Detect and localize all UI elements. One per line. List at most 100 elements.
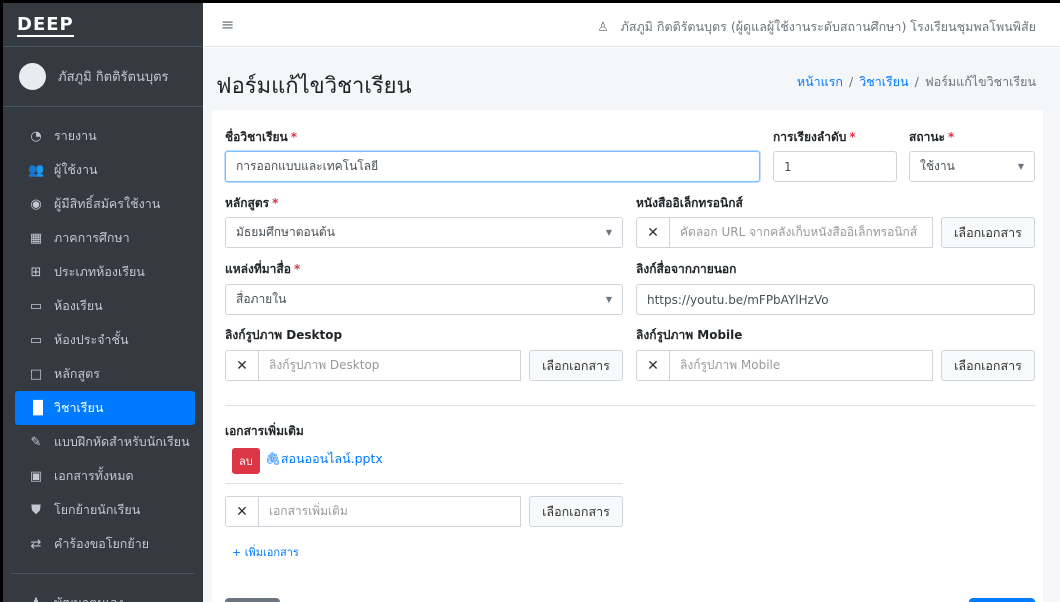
sidebar-item-label: พัฒนาตนเอง [54, 593, 124, 602]
sidebar-item-1[interactable]: 👥 ผู้ใช้งาน [15, 153, 195, 187]
tachometer-icon: ◔ [30, 128, 42, 144]
sidebar-item-self-development[interactable]: ♟ พัฒนาตนเอง [15, 586, 195, 602]
sidebar-user-name: ภัสภูมิ กิตติรัตนบุตร [58, 70, 169, 85]
ebook-group: ✕ คัดลอก URL จากคลังเก็บหนังสืออิเล็กทรอ… [636, 217, 1035, 248]
mobile-image-label: ลิงก์รูปภาพ Mobile [636, 328, 743, 342]
chevron-down-icon: ▼ [605, 295, 612, 304]
avatar [19, 63, 46, 90]
subject-name-input[interactable]: การออกแบบและเทคโนโลยี [225, 151, 760, 182]
desktop-image-input[interactable]: ลิงก์รูปภาพ Desktop [259, 350, 521, 381]
status-label: สถานะ * [909, 130, 955, 144]
mobile-image-group: ✕ ลิงก์รูปภาพ Mobile เลือกเอกสาร [636, 350, 1035, 381]
form-card: ชื่อวิชาเรียน * การออกแบบและเทคโนโลยี การ… [212, 110, 1043, 602]
extra-docs-label: เอกสารเพิ่มเติม [225, 424, 304, 438]
sidebar-item-11[interactable]: ⛊ โยกย้ายนักเรียน [15, 493, 195, 527]
back-button[interactable] [225, 598, 280, 602]
mobile-image-choose-button[interactable]: เลือกเอกสาร [941, 350, 1035, 381]
curriculum-select[interactable]: มัธยมศึกษาตอนต้น ▼ [225, 217, 623, 248]
sidebar-divider [11, 573, 195, 574]
sidebar-item-label: โยกย้ายนักเรียน [54, 502, 141, 517]
desktop-image-choose-button[interactable]: เลือกเอกสาร [529, 350, 623, 381]
sidebar-item-label: หลักสูตร [54, 366, 100, 381]
hamburger-menu-icon[interactable]: ≡ [221, 15, 234, 34]
sidebar-user-panel[interactable]: ภัสภูมิ กิตติรัตนบุตร [3, 47, 203, 107]
divider [225, 483, 623, 484]
clear-icon[interactable]: ✕ [225, 496, 259, 527]
breadcrumb-subjects[interactable]: วิชาเรียน [859, 74, 908, 89]
media-source-label: แหล่งที่มาสื่อ * [225, 262, 301, 276]
sidebar-item-label: เอกสารทั้งหมด [54, 468, 134, 483]
sidebar-item-3[interactable]: ▦ ภาคการศึกษา [15, 221, 195, 255]
sidebar-item-7[interactable]: □ หลักสูตร [15, 357, 195, 391]
exchange-icon: ⇄ [30, 536, 42, 552]
chalkboard-icon: ▭ [29, 298, 43, 314]
add-document-link[interactable]: + เพิ่มเอกสาร [232, 543, 299, 561]
sidebar-item-label: ห้องเรียน [54, 298, 103, 313]
table-icon: ⊞ [30, 264, 42, 280]
divider [225, 405, 1035, 406]
sidebar-item-label: รายงาน [54, 128, 97, 143]
sidebar-item-label: วิชาเรียน [54, 400, 104, 415]
desktop-image-label: ลิงก์รูปภาพ Desktop [225, 328, 343, 342]
brand[interactable]: DEEP [3, 3, 203, 47]
file-link[interactable]: 🖇สอนออนไลน์.pptx [265, 449, 383, 469]
sidebar-item-label: ผู้ใช้งาน [54, 162, 98, 177]
top-user-info[interactable]: ♙ ภัสภูมิ กิตติรัตนบุตร (ผู้ดูแลผู้ใช้งา… [597, 17, 1036, 37]
topbar: ≡ ♙ ภัสภูมิ กิตติรัตนบุตร (ผู้ดูแลผู้ใช้… [203, 3, 1060, 47]
external-link-label: ลิงก์สื่อจากภายนอก [636, 262, 737, 276]
sidebar-item-10[interactable]: ▣ เอกสารทั้งหมด [15, 459, 195, 493]
clear-icon[interactable]: ✕ [636, 350, 670, 381]
mobile-image-input[interactable]: ลิงก์รูปภาพ Mobile [670, 350, 933, 381]
edit-icon: ✎ [30, 434, 42, 450]
clear-icon[interactable]: ✕ [225, 350, 259, 381]
clear-icon[interactable]: ✕ [636, 217, 670, 248]
sidebar-item-0[interactable]: ◔ รายงาน [15, 119, 195, 153]
extra-doc-choose-button[interactable]: เลือกเอกสาร [529, 496, 623, 527]
sidebar-item-label: แบบฝึกหัดสำหรับนักเรียน [54, 434, 190, 449]
main-content: ฟอร์มแก้ไขวิชาเรียน หน้าแรก / วิชาเรียน / ฟอ… [203, 48, 1060, 602]
user-icon: ♙ [597, 19, 609, 34]
top-user-label: ภัสภูมิ กิตติรัตนบุตร (ผู้ดูแลผู้ใช้งานร… [620, 19, 1036, 34]
extra-doc-input[interactable]: เอกสารเพิ่มเติม [259, 496, 521, 527]
content-header: ฟอร์มแก้ไขวิชาเรียน หน้าแรก / วิชาเรียน / ฟอ… [203, 48, 1060, 110]
external-link-input[interactable]: https://youtu.be/mFPbAYlHzVo [636, 284, 1035, 315]
ebook-label: หนังสืออิเล็กทรอนิกส์ [636, 196, 743, 210]
breadcrumb-home[interactable]: หน้าแรก [797, 74, 843, 89]
order-input[interactable]: 1 [773, 151, 897, 182]
subject-name-label: ชื่อวิชาเรียน * [225, 130, 298, 144]
calendar-icon: ▦ [29, 230, 43, 246]
book-open-icon: ▐▌ [28, 400, 48, 416]
sidebar-item-label: ห้องประจำชั้น [54, 332, 129, 347]
desktop-image-group: ✕ ลิงก์รูปภาพ Desktop เลือกเอกสาร [225, 350, 623, 381]
curriculum-label: หลักสูตร * [225, 196, 279, 210]
sidebar-item-6[interactable]: ▭ ห้องประจำชั้น [15, 323, 195, 357]
status-select[interactable]: ใช้งาน ▼ [909, 151, 1035, 182]
sidebar-item-2[interactable]: ◉ ผู้มีสิทธิ์สมัครใช้งาน [15, 187, 195, 221]
sidebar-item-9[interactable]: ✎ แบบฝึกหัดสำหรับนักเรียน [15, 425, 195, 459]
users-icon: 👥 [28, 162, 45, 178]
person-icon: ♟ [28, 596, 44, 602]
ebook-choose-button[interactable]: เลือกเอกสาร [941, 217, 1035, 248]
order-label: การเรียงลำดับ * [773, 130, 856, 144]
media-source-select[interactable]: สื่อภายใน ▼ [225, 284, 623, 315]
page-title: ฟอร์มแก้ไขวิชาเรียน [216, 74, 412, 99]
sidebar-nav: ◔ รายงาน 👥 ผู้ใช้งาน ◉ ผู้มีสิทธิ์สมัครใช้งาน… [3, 107, 203, 602]
extra-doc-group: ✕ เอกสารเพิ่มเติม เลือกเอกสาร [225, 496, 623, 527]
user-move-icon: ⛊ [31, 502, 41, 518]
paperclip-icon: 🖇 [265, 451, 281, 466]
sidebar: DEEP ภัสภูมิ กิตติรัตนบุตร ◔ รายงาน 👥 ผู้ใช… [3, 3, 203, 602]
user-circle-icon: ◉ [30, 196, 42, 212]
sidebar-item-label: ภาคการศึกษา [54, 230, 130, 245]
sidebar-item-8[interactable]: ▐▌ วิชาเรียน [15, 391, 195, 425]
file-icon: ▣ [29, 468, 43, 484]
ebook-input[interactable]: คัดลอก URL จากคลังเก็บหนังสืออิเล็กทรอนิ… [670, 217, 933, 248]
sidebar-item-12[interactable]: ⇄ คำร้องขอโยกย้าย [15, 527, 195, 561]
sidebar-item-4[interactable]: ⊞ ประเภทห้องเรียน [15, 255, 195, 289]
sidebar-item-label: ประเภทห้องเรียน [54, 264, 145, 279]
chevron-down-icon: ▼ [605, 228, 612, 237]
breadcrumb-current: ฟอร์มแก้ไขวิชาเรียน [924, 74, 1036, 89]
save-button[interactable] [969, 598, 1035, 602]
sidebar-item-5[interactable]: ▭ ห้องเรียน [15, 289, 195, 323]
delete-file-button[interactable]: ลบ [232, 448, 260, 474]
chevron-down-icon: ▼ [1017, 162, 1024, 171]
